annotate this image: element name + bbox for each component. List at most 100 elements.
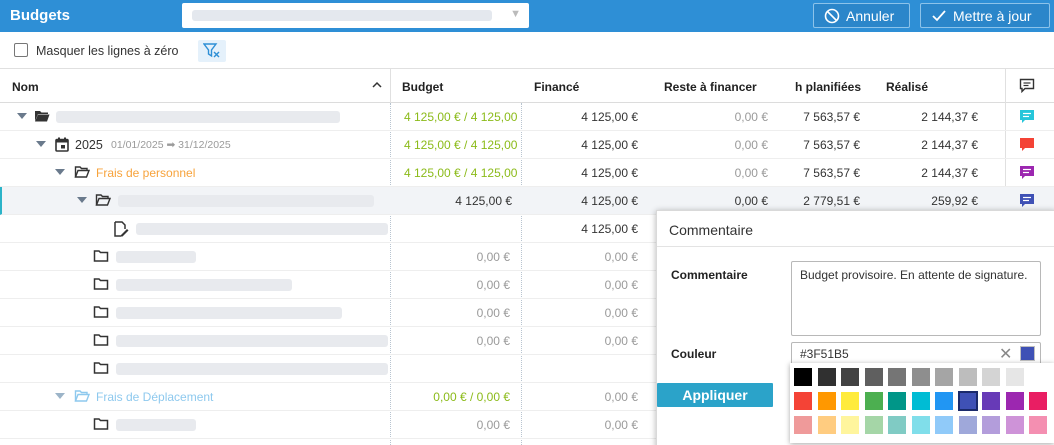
color-swatch[interactable] xyxy=(841,416,859,434)
chevron-down-icon: ▼ xyxy=(510,8,521,20)
budget-cell: 4 125,00 € / 4 125,00 xyxy=(404,110,518,124)
remaining-cell: 0,00 € xyxy=(734,110,768,124)
financed-cell: 0,00 € xyxy=(604,390,638,404)
financed-cell: 4 125,00 € xyxy=(581,166,638,180)
budget-cell: 0,00 € xyxy=(476,418,510,432)
comment-icon[interactable] xyxy=(1019,137,1035,152)
redacted-name xyxy=(116,335,388,347)
category-label: Frais de personnel xyxy=(96,166,196,180)
color-swatch[interactable] xyxy=(1005,392,1024,410)
color-swatch[interactable] xyxy=(817,368,836,386)
color-swatch[interactable] xyxy=(1029,392,1047,410)
budget-cell: 0,00 € xyxy=(476,278,510,292)
remaining-cell: 0,00 € xyxy=(734,138,768,152)
budget-selector[interactable]: ▼ xyxy=(182,3,529,28)
header-realized[interactable]: Réalisé xyxy=(886,80,928,94)
color-swatch[interactable] xyxy=(982,416,1000,434)
color-swatch[interactable] xyxy=(957,391,978,411)
header-financed[interactable]: Financé xyxy=(534,80,579,94)
color-input[interactable]: #3F51B5 ✕ xyxy=(791,342,1041,365)
color-swatch[interactable] xyxy=(794,416,812,434)
color-swatch[interactable] xyxy=(1029,416,1047,434)
color-swatch[interactable] xyxy=(911,416,930,434)
color-swatch[interactable] xyxy=(841,392,859,410)
financed-cell: 0,00 € xyxy=(604,418,638,432)
financed-cell: 4 125,00 € xyxy=(581,138,638,152)
expand-caret-icon[interactable] xyxy=(77,197,87,203)
color-swatch[interactable] xyxy=(888,416,906,434)
header-budget[interactable]: Budget xyxy=(402,80,443,94)
budget-cell: 4 125,00 € xyxy=(455,194,512,208)
hide-zero-label[interactable]: Masquer les lignes à zéro xyxy=(36,44,178,58)
color-swatch[interactable] xyxy=(958,416,977,434)
color-swatch[interactable] xyxy=(911,368,930,386)
cancel-button[interactable]: Annuler xyxy=(813,3,910,28)
color-label: Couleur xyxy=(671,347,717,361)
redacted-name xyxy=(116,419,196,431)
header-name[interactable]: Nom xyxy=(12,80,39,94)
color-swatch[interactable] xyxy=(982,392,1000,410)
color-swatch[interactable] xyxy=(982,368,1000,386)
color-swatch[interactable] xyxy=(864,368,883,386)
comment-textarea[interactable]: Budget provisoire. En attente de signatu… xyxy=(791,261,1041,336)
color-swatch[interactable] xyxy=(911,392,930,410)
budget-cell: 0,00 € / 0,00 € xyxy=(433,390,510,404)
color-swatch[interactable] xyxy=(864,392,883,410)
realized-cell: 259,92 € xyxy=(931,194,978,208)
calendar-icon xyxy=(55,137,69,152)
color-preview-swatch[interactable] xyxy=(1020,346,1035,361)
realized-cell: 2 144,37 € xyxy=(921,166,978,180)
folder-icon xyxy=(93,418,109,430)
expand-caret-icon[interactable] xyxy=(36,141,46,147)
update-button[interactable]: Mettre à jour xyxy=(920,3,1050,28)
cancel-icon xyxy=(824,8,840,23)
color-swatch[interactable] xyxy=(935,416,953,434)
color-swatch[interactable] xyxy=(935,368,953,386)
color-swatch[interactable] xyxy=(841,368,859,386)
color-swatch[interactable] xyxy=(864,416,883,434)
hours-cell: 7 563,57 € xyxy=(803,166,860,180)
financed-cell: 0,00 € xyxy=(604,334,638,348)
clear-icon[interactable]: ✕ xyxy=(999,344,1012,364)
comment-label: Commentaire xyxy=(671,268,748,282)
color-swatch[interactable] xyxy=(888,392,906,410)
color-swatch[interactable] xyxy=(794,392,812,410)
header-hours[interactable]: h planifiées xyxy=(795,80,861,94)
sort-asc-icon[interactable] xyxy=(372,78,382,92)
color-swatch[interactable] xyxy=(817,416,836,434)
color-swatch[interactable] xyxy=(888,368,906,386)
expand-caret-icon[interactable] xyxy=(55,393,65,399)
popup-title: Commentaire xyxy=(669,222,754,238)
comment-icon[interactable] xyxy=(1019,165,1035,180)
expand-caret-icon[interactable] xyxy=(17,113,27,119)
page-title: Budgets xyxy=(10,7,70,24)
comment-icon[interactable] xyxy=(1019,193,1035,208)
folder-icon xyxy=(93,362,109,374)
color-swatch[interactable] xyxy=(1005,416,1024,434)
remaining-cell: 0,00 € xyxy=(734,166,768,180)
hide-zero-checkbox[interactable] xyxy=(14,43,28,57)
table-row[interactable]: 4 125,00 € / 4 125,00 4 125,00 € 0,00 € … xyxy=(0,103,1054,131)
category-label: Frais de Déplacement xyxy=(96,390,214,404)
redacted-selection xyxy=(192,10,492,21)
color-palette xyxy=(790,363,1054,443)
expand-caret-icon[interactable] xyxy=(55,169,65,175)
color-swatch[interactable] xyxy=(935,392,953,410)
color-swatch[interactable] xyxy=(958,368,977,386)
table-row[interactable]: Frais de personnel 4 125,00 € / 4 125,00… xyxy=(0,159,1054,187)
table-row[interactable]: 2025 01/01/2025 ➡ 31/12/2025 4 125,00 € … xyxy=(0,131,1054,159)
budget-cell: 0,00 € xyxy=(476,250,510,264)
header-remaining[interactable]: Reste à financer xyxy=(664,80,757,94)
apply-button[interactable]: Appliquer xyxy=(657,383,773,407)
color-swatch[interactable] xyxy=(1005,368,1024,386)
remaining-cell: 0,00 € xyxy=(734,194,768,208)
color-swatch[interactable] xyxy=(817,392,836,410)
color-swatch[interactable] xyxy=(794,368,812,386)
financed-cell: 0,00 € xyxy=(604,306,638,320)
financed-cell: 4 125,00 € xyxy=(581,194,638,208)
financed-cell: 4 125,00 € xyxy=(581,110,638,124)
clear-filter-button[interactable] xyxy=(198,40,226,62)
comment-icon[interactable] xyxy=(1019,109,1035,124)
header-divider xyxy=(390,69,391,103)
folder-icon xyxy=(93,278,109,290)
